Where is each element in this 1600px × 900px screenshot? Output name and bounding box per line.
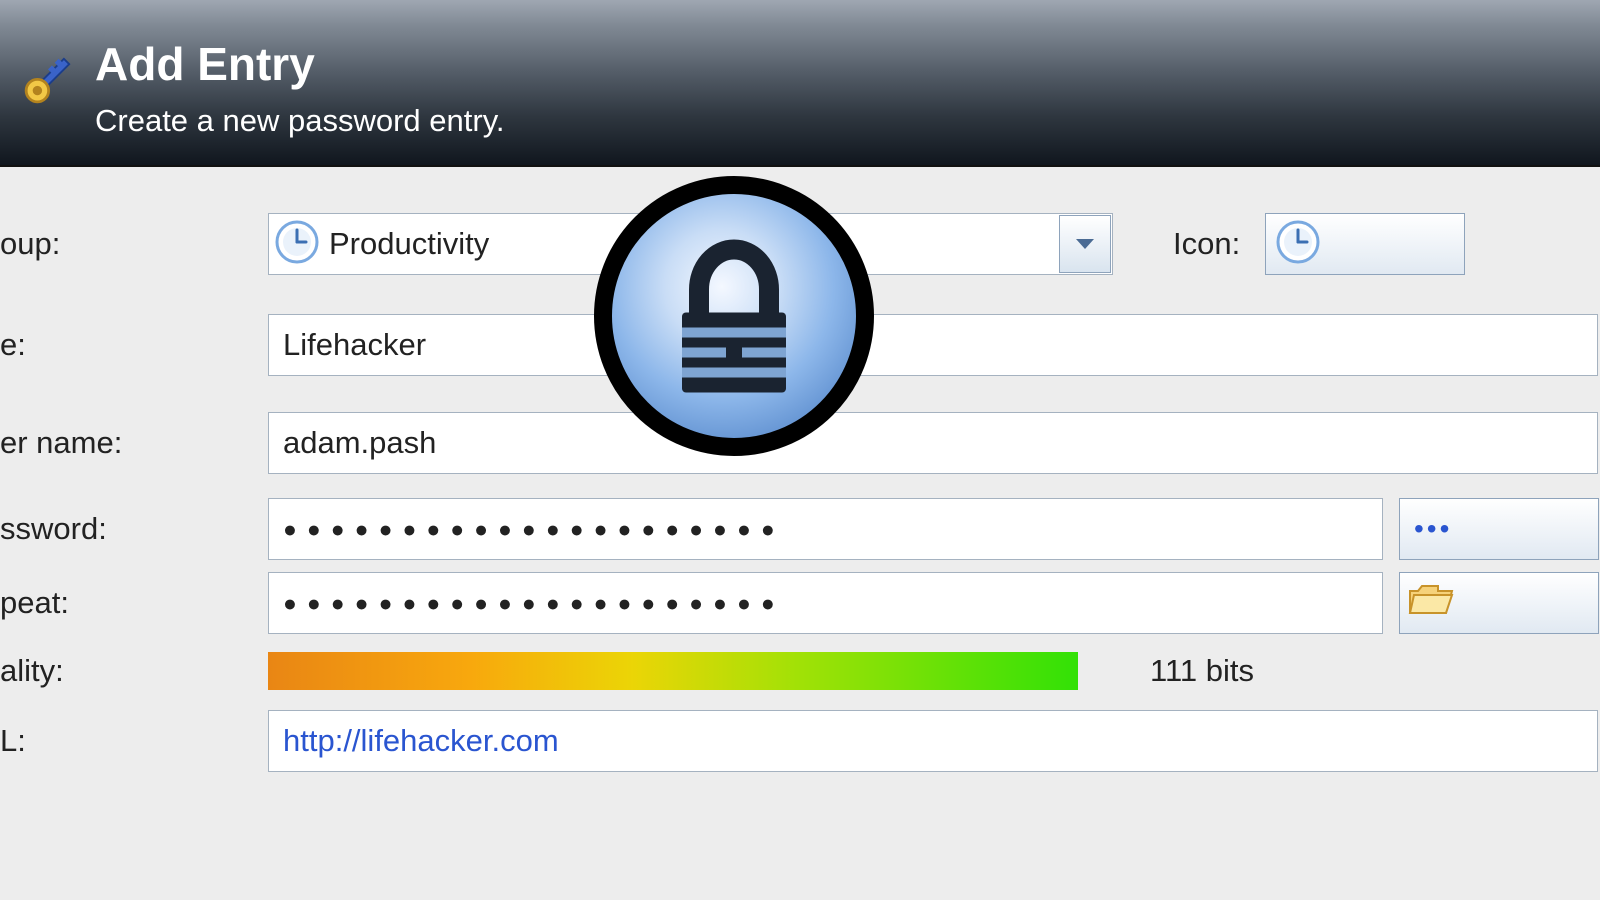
quality-value: 111 bits: [1150, 653, 1254, 689]
entry-form: oup: Productivity: [0, 167, 1600, 900]
quality-meter: [268, 652, 1078, 690]
chevron-down-icon: [1076, 239, 1094, 249]
title-input[interactable]: [268, 314, 1598, 376]
password-label: ssword:: [0, 511, 268, 547]
clock-icon: [275, 220, 319, 269]
username-input[interactable]: [268, 412, 1598, 474]
add-entry-dialog: Add Entry Create a new password entry. o…: [0, 0, 1600, 900]
title-label: e:: [0, 327, 268, 363]
repeat-label: peat:: [0, 585, 268, 621]
repeat-password-input[interactable]: [268, 572, 1383, 634]
group-dropdown-button[interactable]: [1059, 215, 1111, 273]
password-input[interactable]: [268, 498, 1383, 560]
dialog-title: Add Entry: [95, 37, 505, 91]
dots-icon: •••: [1414, 513, 1452, 545]
group-dropdown[interactable]: Productivity: [268, 213, 1113, 275]
icon-picker-button[interactable]: [1265, 213, 1465, 275]
dialog-subtitle: Create a new password entry.: [95, 103, 505, 139]
key-icon: [10, 50, 85, 115]
username-label: er name:: [0, 425, 268, 461]
clock-icon: [1276, 220, 1320, 269]
generate-password-button[interactable]: [1399, 572, 1599, 634]
group-label: oup:: [0, 226, 268, 262]
url-label: L:: [0, 723, 268, 759]
url-input[interactable]: [268, 710, 1598, 772]
quality-label: ality:: [0, 653, 268, 689]
icon-label: Icon:: [1173, 226, 1240, 262]
dialog-header: Add Entry Create a new password entry.: [0, 0, 1600, 167]
group-value: Productivity: [329, 226, 489, 262]
folder-open-icon: [1408, 579, 1454, 628]
reveal-password-button[interactable]: •••: [1399, 498, 1599, 560]
